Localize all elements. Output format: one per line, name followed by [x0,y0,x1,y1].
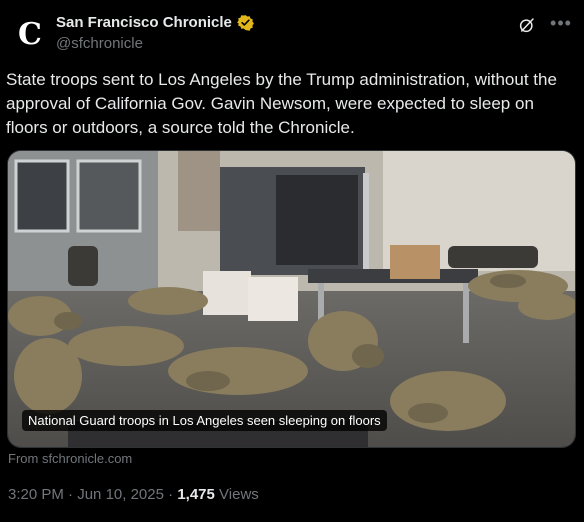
post: C San Francisco Chronicle @sfchronicle •… [0,0,584,522]
post-meta: 3:20 PM · Jun 10, 2025 · 1,475 Views [8,486,259,503]
name-row: San Francisco Chronicle [56,12,254,32]
post-header: C San Francisco Chronicle @sfchronicle •… [10,10,574,54]
post-text: State troops sent to Los Angeles by the … [6,70,557,137]
views-label: Views [219,486,259,503]
meta-separator: · [168,486,174,503]
more-options-icon[interactable]: ••• [550,14,572,36]
avatar[interactable]: C [10,14,50,54]
meta-separator: · [68,486,74,503]
account-names: San Francisco Chronicle @sfchronicle [56,12,254,52]
media-caption: National Guard troops in Los Angeles see… [22,410,387,431]
views-count: 1,475 [177,486,215,503]
verified-badge-icon[interactable] [236,14,254,31]
grok-icon[interactable] [518,16,536,34]
handle[interactable]: @sfchronicle [56,35,254,52]
display-name[interactable]: San Francisco Chronicle [56,14,232,31]
post-time[interactable]: 3:20 PM [8,486,64,503]
photo-illustration [8,151,575,447]
post-date[interactable]: Jun 10, 2025 [77,486,164,503]
source-link[interactable]: From sfchronicle.com [8,451,132,466]
media-image[interactable]: National Guard troops in Los Angeles see… [7,150,576,448]
